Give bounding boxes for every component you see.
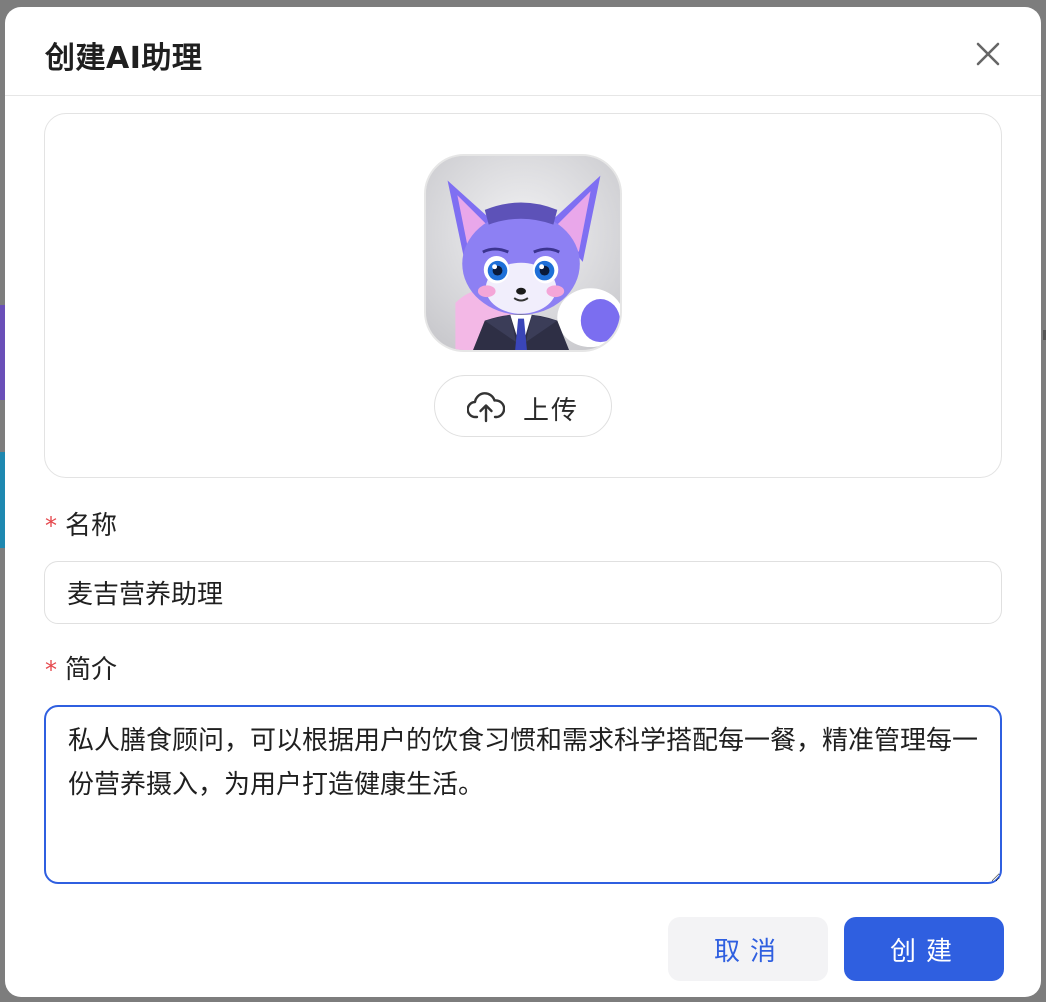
create-assistant-dialog: 创建AI助理 上传 * 名称 麦吉营养助理 * 简介 私人膳食顾问，可以根据用户… <box>5 7 1041 997</box>
description-label: * 简介 <box>45 649 117 686</box>
close-button[interactable] <box>971 37 1005 71</box>
name-label: * 名称 <box>45 505 117 542</box>
avatar <box>424 154 622 352</box>
cancel-button[interactable]: 取消 <box>668 917 828 981</box>
upload-button[interactable]: 上传 <box>434 375 612 437</box>
close-icon <box>976 42 1000 66</box>
description-label-text: 简介 <box>65 655 118 685</box>
required-marker: * <box>45 512 57 540</box>
description-textarea[interactable]: 私人膳食顾问，可以根据用户的饮食习惯和需求科学搭配每一餐，精准管理每一份营养摄入… <box>44 705 1002 884</box>
fox-avatar-image <box>426 156 620 350</box>
dialog-title: 创建AI助理 <box>45 41 203 76</box>
avatar-card: 上传 <box>44 113 1002 478</box>
name-input[interactable] <box>44 561 1002 624</box>
dialog-header: 创建AI助理 <box>5 7 1041 96</box>
required-marker: * <box>45 656 57 684</box>
create-button[interactable]: 创建 <box>844 917 1004 981</box>
cloud-upload-icon <box>467 392 505 423</box>
name-label-text: 名称 <box>65 511 118 541</box>
upload-label: 上传 <box>523 396 580 426</box>
